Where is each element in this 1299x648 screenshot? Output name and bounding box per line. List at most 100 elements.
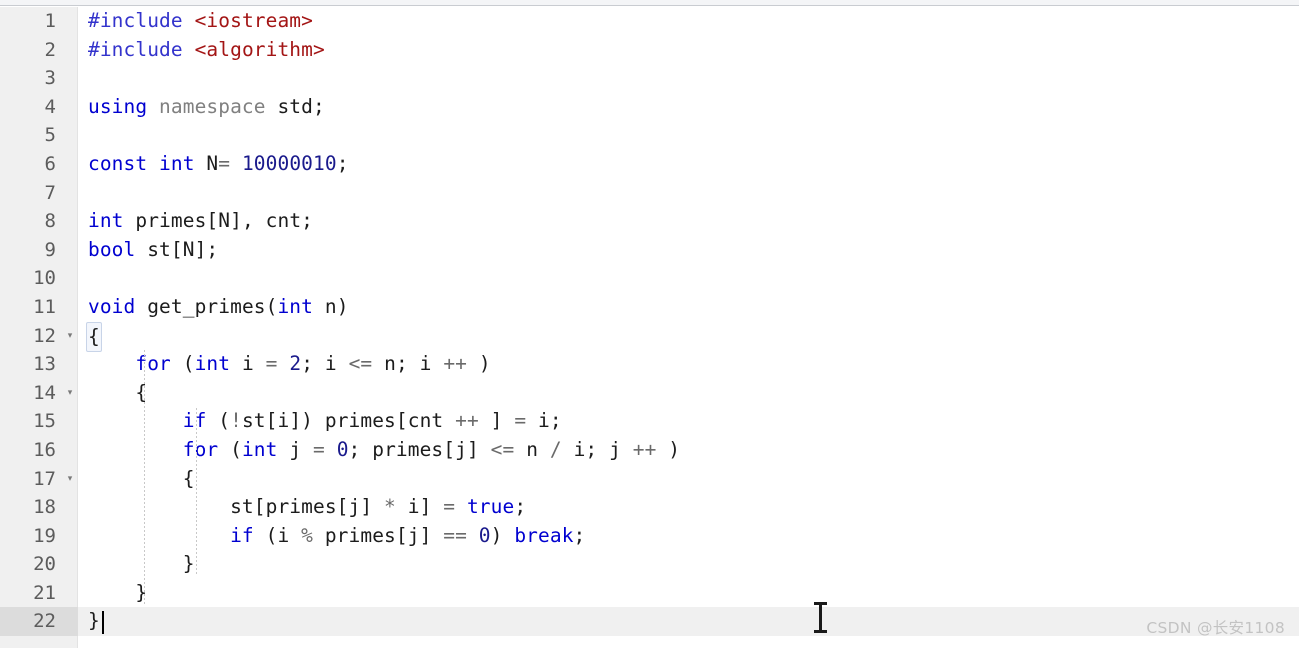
code-line[interactable]: 4 using namespace std; [0,93,1299,122]
line-number: 9 [44,238,56,261]
code-line-text: #include <algorithm> [88,36,325,65]
mouse-ibeam-cursor [814,601,827,634]
indent-guide [144,350,145,605]
code-token: if [230,523,254,547]
code-token: #include [88,9,183,32]
code-line[interactable]: 12 ▾{ [0,321,1299,353]
code-text-area[interactable]: 1 #include <iostream> 2 #include <algorithm… [0,7,1299,648]
code-token: ; [348,437,373,461]
code-line[interactable]: 9 bool st[N]; [0,236,1299,265]
code-token: ] [419,523,444,547]
code-line[interactable]: 19 if (i % primes[j] == 0) break; [0,522,1299,551]
code-token: primes [324,409,396,433]
code-token: ]) [289,409,325,433]
code-token: ; [312,94,325,118]
fold-chevron-down-icon[interactable]: ▾ [63,379,77,408]
code-line-text: bool st[N]; [88,236,218,265]
code-line[interactable]: 8 int primes[N], cnt; [0,207,1299,236]
code-line-text: if (!st[i]) primes[cnt ++ ] = i; [88,407,562,436]
code-token: ( [218,437,242,461]
line-number: 2 [44,38,56,61]
active-line-highlight [78,607,1299,637]
code-token: #include [88,37,183,61]
code-line[interactable]: 20 } [0,550,1299,579]
code-token: int [88,209,124,233]
code-line[interactable]: 16 for (int j = 0; primes[j] <= n / i; j… [0,436,1299,465]
code-token: i [241,352,254,376]
code-line[interactable]: 3 [0,64,1299,93]
code-token: i [419,352,432,376]
code-line[interactable]: 11 void get_primes(int n) [0,293,1299,322]
code-token: primes [135,209,207,233]
code-token: ! [230,409,242,433]
code-line[interactable]: 15 if (!st[i]) primes[cnt ++ ] = i; [0,407,1299,436]
code-token: int [159,151,195,175]
code-line[interactable]: 5 [0,121,1299,150]
code-token: break [514,523,574,547]
code-token: ( [170,352,195,376]
fold-chevron-down-icon[interactable]: ▾ [63,465,77,494]
code-token: ( [265,294,278,318]
code-token: st [147,237,171,261]
code-line[interactable]: 2 #include <algorithm> [0,36,1299,65]
code-token: ; [585,437,610,461]
code-line[interactable]: 6 const int N= 10000010; [0,150,1299,179]
code-token: int [241,437,278,461]
code-line[interactable]: 1 #include <iostream> [0,7,1299,36]
editor-top-chrome-strip [0,0,1299,6]
code-token: N [206,151,219,175]
line-number: 7 [44,181,56,204]
code-line-text: { [88,465,195,494]
line-number: 13 [33,353,56,376]
code-token: ( [206,409,231,433]
code-token: j [609,437,621,461]
code-token: n [324,294,337,318]
code-token: [ [253,495,266,519]
code-token: n [384,352,396,376]
code-line-text: #include <iostream> [88,7,313,36]
code-token: true [466,495,515,519]
code-line[interactable]: 18 st[primes[j] * i] = true; [0,493,1299,522]
code-token: } [88,552,195,576]
code-token: const [88,151,148,175]
code-line[interactable]: 17 ▾ { [0,465,1299,494]
text-caret [102,611,104,634]
code-token: i [573,437,586,461]
code-token: n [526,437,539,461]
code-token: ; [514,495,527,519]
code-token: ) [490,523,515,547]
fold-chevron-down-icon[interactable]: ▾ [63,322,77,351]
code-token: = [514,409,527,433]
code-token: ) [336,294,349,318]
code-line[interactable]: 13 for (int i = 2; i <= n; i ++ ) [0,350,1299,379]
code-line[interactable]: 10 [0,264,1299,293]
code-line[interactable]: 7 [0,179,1299,208]
line-number: 10 [33,267,56,290]
code-line[interactable]: 22} [0,607,1299,637]
code-line[interactable]: 14 ▾ { [0,379,1299,408]
code-token: ++ [455,409,479,433]
ibeam-bottom-cap [814,630,827,633]
code-token: cnt [265,209,302,233]
code-line[interactable]: 21 } [0,579,1299,608]
code-token: } [88,580,148,604]
code-token: = [443,495,456,519]
code-token: [ [395,523,408,547]
code-token: std [277,94,313,118]
code-token: / [549,437,562,461]
code-token: void [88,294,136,318]
